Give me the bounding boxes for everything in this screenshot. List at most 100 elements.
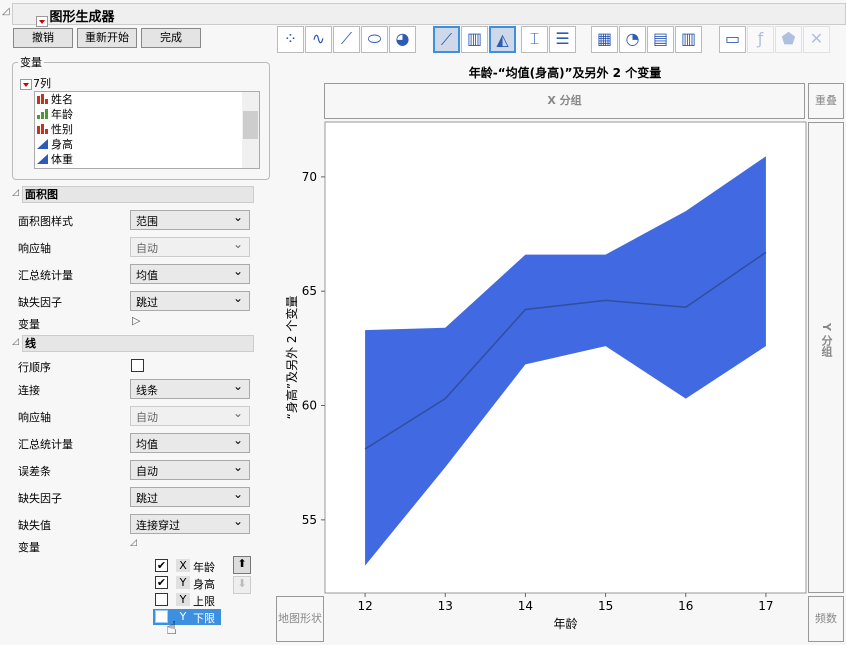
- x-tick-label: 16: [678, 599, 693, 613]
- area-option-select[interactable]: 范围: [130, 210, 250, 230]
- variable-checkbox[interactable]: ✔: [155, 576, 168, 589]
- area-variables-label: 变量: [18, 318, 40, 331]
- continuous-column-icon: [37, 138, 51, 151]
- line-variable-row[interactable]: Y 下限: [153, 609, 221, 625]
- line-variable-row[interactable]: Y 上限: [153, 592, 221, 608]
- line-option-select[interactable]: 自动: [130, 460, 250, 480]
- area-option-label: 缺失因子: [18, 296, 62, 309]
- map-shapes-element-icon[interactable]: ⬟: [775, 26, 802, 53]
- line-option-label: 连接: [18, 384, 40, 397]
- variable-role: X: [176, 559, 190, 572]
- line-option-select[interactable]: 均值: [130, 433, 250, 453]
- column-name: 年龄: [51, 108, 73, 121]
- bar-element-icon[interactable]: ▥: [461, 26, 488, 53]
- column-item[interactable]: 姓名: [35, 92, 259, 107]
- move-down-button: ⬇: [233, 576, 251, 594]
- area-element-icon[interactable]: ◭: [489, 26, 516, 53]
- treemap-element-icon[interactable]: ▤: [647, 26, 674, 53]
- column-item[interactable]: 体重: [35, 152, 259, 167]
- variable-role: Y: [176, 576, 190, 589]
- x-tick-label: 15: [598, 599, 613, 613]
- title-bar: 图形生成器: [12, 3, 846, 27]
- hand-cursor-icon: ☝: [166, 618, 177, 639]
- undo-button[interactable]: 撤销: [13, 28, 73, 48]
- chart-title: 年龄-“均值(身高)”及另外 2 个变量: [468, 66, 662, 80]
- variable-checkbox[interactable]: [155, 593, 168, 606]
- pie-element-icon[interactable]: ◔: [619, 26, 646, 53]
- y-tick-label: 60: [302, 399, 317, 413]
- variable-name: 下限: [193, 612, 215, 625]
- area-section-header: 面积图: [22, 186, 254, 203]
- points-element-icon[interactable]: ⁘: [277, 26, 304, 53]
- red-triangle-menu-icon[interactable]: [36, 16, 48, 27]
- collapse-icon[interactable]: ◿: [130, 538, 137, 548]
- line-element-icon[interactable]: ⟋: [433, 26, 460, 53]
- line-collapse-icon[interactable]: ◿: [12, 337, 19, 347]
- y-group-zone[interactable]: Y 分组: [808, 122, 844, 593]
- area-option-label: 面积图样式: [18, 215, 73, 228]
- column-list[interactable]: 姓名 年龄性别身高 体重: [34, 91, 260, 169]
- restart-button[interactable]: 重新开始: [77, 28, 137, 48]
- line-variables-label: 变量: [18, 541, 40, 554]
- nominal-column-icon: [37, 93, 51, 106]
- continuous-column-icon: [37, 153, 51, 166]
- parallel-element-icon[interactable]: ✕: [803, 26, 830, 53]
- line-section-header: 线: [22, 335, 254, 352]
- area-collapse-icon[interactable]: ◿: [12, 188, 19, 198]
- area-option-select[interactable]: 跳过: [130, 291, 250, 311]
- line-option-select: 自动: [130, 406, 250, 426]
- column-item[interactable]: 身高: [35, 137, 259, 152]
- smoother-element-icon[interactable]: ∿: [305, 26, 332, 53]
- line-option-select[interactable]: 跳过: [130, 487, 250, 507]
- x-tick-label: 13: [438, 599, 453, 613]
- collapse-icon[interactable]: ◿: [2, 6, 10, 17]
- scrollbar-thumb[interactable]: [243, 111, 258, 139]
- expand-icon[interactable]: ▷: [132, 314, 140, 327]
- y-tick-label: 70: [302, 170, 317, 184]
- line-variable-row[interactable]: ✔ Y 身高: [153, 575, 221, 591]
- ordinal-column-icon: [37, 108, 51, 121]
- variable-role: Y: [176, 593, 190, 606]
- column-name: 性别: [51, 123, 73, 136]
- line-option-select[interactable]: 线条: [130, 379, 250, 399]
- mosaic-element-icon[interactable]: ▥: [675, 26, 702, 53]
- area-option-select[interactable]: 均值: [130, 264, 250, 284]
- variable-checkbox[interactable]: ✔: [155, 559, 168, 572]
- heatmap-element-icon[interactable]: ▦: [591, 26, 618, 53]
- row-order-label: 行顺序: [18, 361, 51, 374]
- nominal-column-icon: [37, 123, 51, 136]
- scrollbar[interactable]: [242, 92, 259, 168]
- variable-name: 身高: [193, 578, 215, 591]
- line-option-label: 缺失值: [18, 519, 51, 532]
- column-item[interactable]: 性别: [35, 122, 259, 137]
- move-up-button[interactable]: ⬆: [233, 556, 251, 574]
- ellipse-element-icon[interactable]: ⬭: [361, 26, 388, 53]
- app-title: 图形生成器: [49, 10, 115, 25]
- line-option-label: 响应轴: [18, 411, 51, 424]
- line-option-label: 汇总统计量: [18, 438, 73, 451]
- area-chart[interactable]: 55 60 65 70 12 13 14 15 16 17 年龄 “身高”及另外 2 个变量: [270, 120, 810, 640]
- x-axis-label: 年龄: [553, 617, 577, 631]
- row-order-checkbox[interactable]: [131, 359, 144, 372]
- caption-box-element-icon[interactable]: ▭: [719, 26, 746, 53]
- box-plot-element-icon[interactable]: ⌶: [521, 26, 548, 53]
- formula-element-icon[interactable]: ƒ: [747, 26, 774, 53]
- freq-zone[interactable]: 频数: [808, 596, 844, 642]
- y-group-label: Y 分组: [820, 323, 833, 357]
- column-name: 身高: [51, 138, 73, 151]
- histogram-element-icon[interactable]: ☰: [549, 26, 576, 53]
- area-option-select: 自动: [130, 237, 250, 257]
- x-tick-label: 12: [357, 599, 372, 613]
- overlay-zone[interactable]: 重叠: [808, 83, 844, 119]
- area-option-label: 响应轴: [18, 242, 51, 255]
- line-of-fit-element-icon[interactable]: ⟋: [333, 26, 360, 53]
- line-option-label: 误差条: [18, 465, 51, 478]
- done-button[interactable]: 完成: [141, 28, 201, 48]
- line-option-select[interactable]: 连接穿过: [130, 514, 250, 534]
- line-variable-row[interactable]: ✔ X 年龄: [153, 558, 221, 574]
- x-group-zone[interactable]: X 分组: [324, 83, 805, 119]
- x-tick-label: 14: [518, 599, 533, 613]
- columns-menu-icon[interactable]: [20, 78, 32, 90]
- contour-element-icon[interactable]: ◕: [389, 26, 416, 53]
- column-item[interactable]: 年龄: [35, 107, 259, 122]
